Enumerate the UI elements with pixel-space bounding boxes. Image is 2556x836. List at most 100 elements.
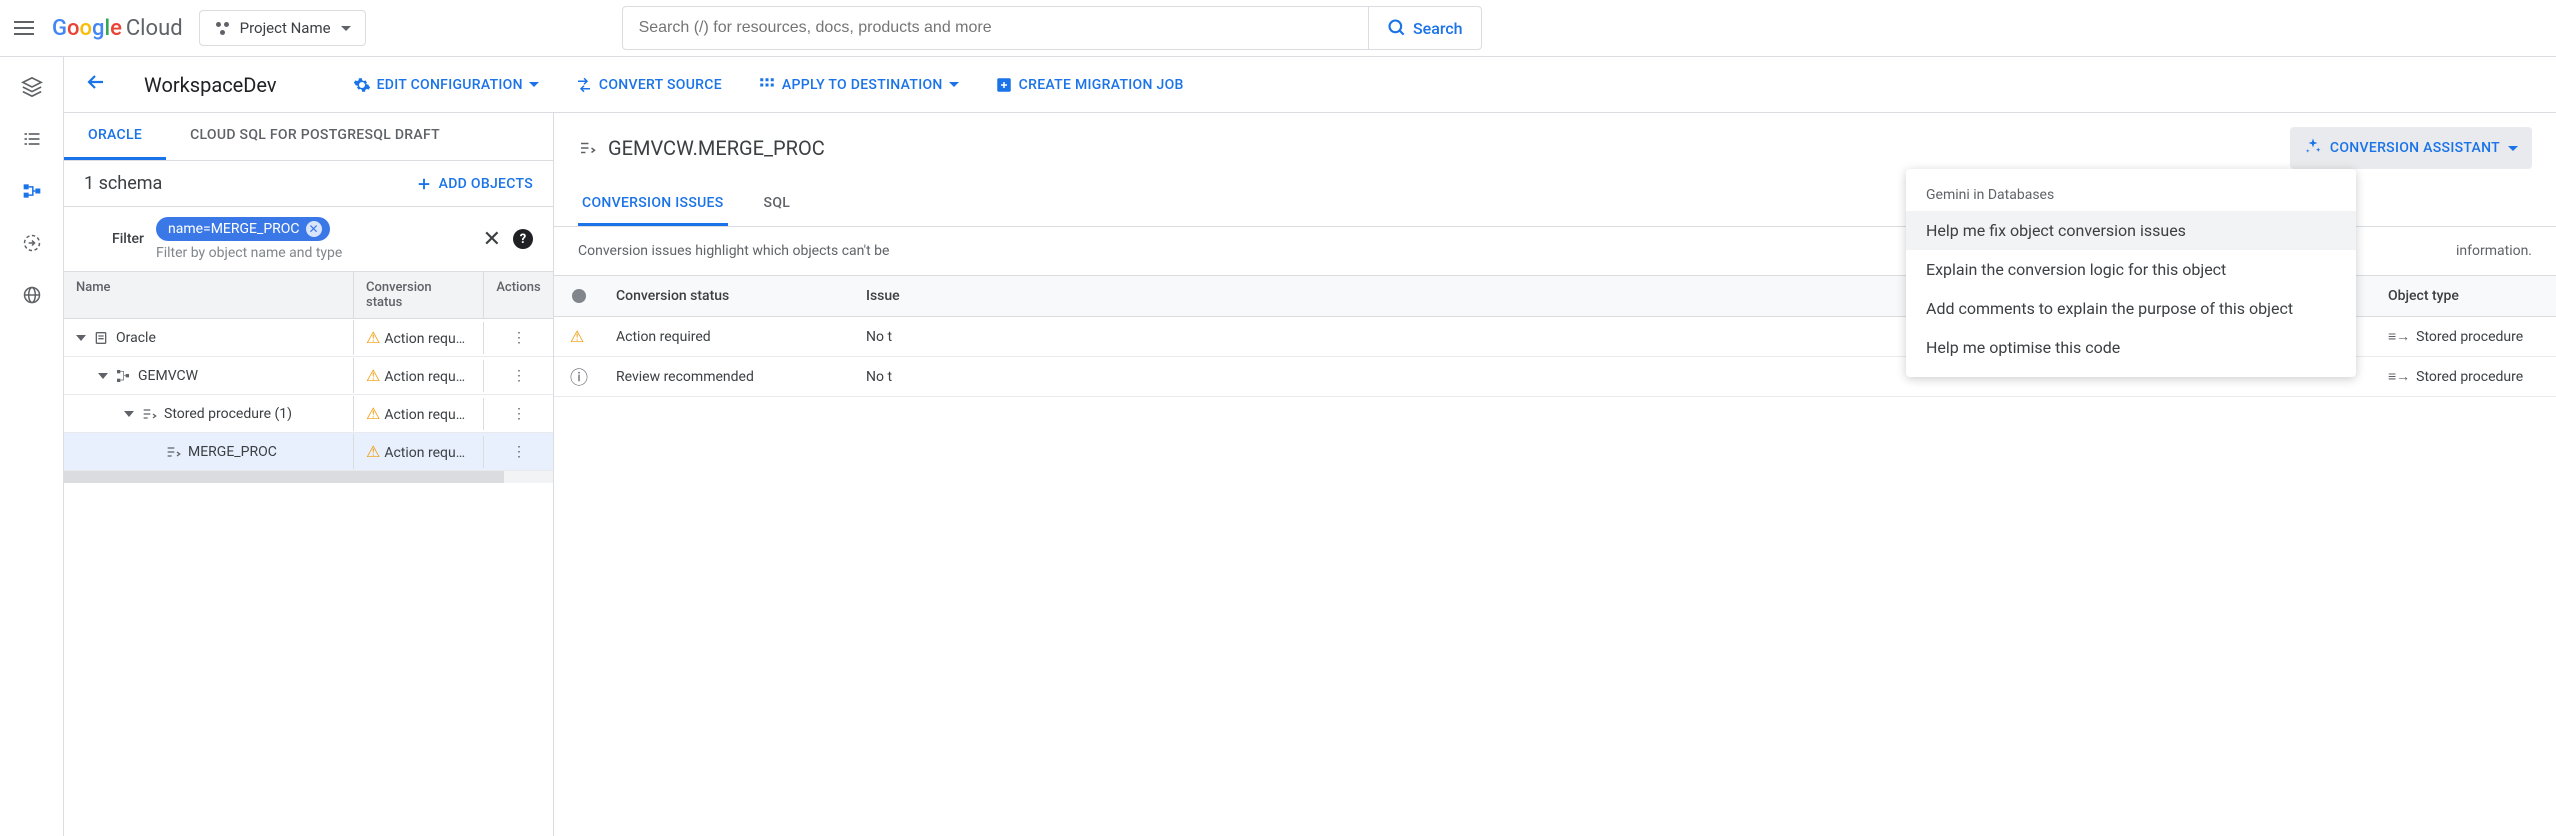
add-objects-label: ADD OBJECTS (439, 176, 533, 192)
rail-migrate-icon[interactable] (20, 231, 44, 255)
google-cloud-logo[interactable]: Google Cloud (52, 16, 183, 41)
tree-row-oracle[interactable]: Oracle ⚠Action requ… ⋮ (64, 319, 553, 357)
chip-close-icon[interactable]: ✕ (306, 221, 322, 237)
expand-icon[interactable] (98, 373, 108, 379)
procedure-icon: ≡→ (2388, 369, 2410, 385)
menu-item-optimise[interactable]: Help me optimise this code (1906, 328, 2356, 367)
main-layout: WorkspaceDev EDIT CONFIGURATION CONVERT … (0, 57, 2556, 836)
content: WorkspaceDev EDIT CONFIGURATION CONVERT … (64, 57, 2556, 836)
object-title: GEMVCW.MERGE_PROC (578, 136, 825, 160)
warning-icon: ⚠ (366, 442, 380, 461)
search-button[interactable]: Search (1368, 7, 1481, 49)
rail-workspace-icon[interactable] (20, 179, 44, 203)
plus-icon (415, 175, 433, 193)
back-arrow-icon[interactable] (84, 70, 108, 100)
warning-icon: ⚠ (366, 328, 380, 347)
workspace-name: WorkspaceDev (144, 73, 277, 97)
col-actions: Actions (483, 272, 553, 318)
search-icon (1387, 18, 1407, 38)
database-icon (92, 329, 110, 347)
convert-source-button[interactable]: CONVERT SOURCE (575, 76, 722, 94)
convert-source-label: CONVERT SOURCE (599, 77, 722, 93)
more-actions-icon[interactable]: ⋮ (512, 406, 525, 422)
rail-globe-icon[interactable] (20, 283, 44, 307)
two-pane: ORACLE CLOUD SQL FOR POSTGRESQL DRAFT 1 … (64, 113, 2556, 836)
issue-status: Action required (604, 317, 854, 357)
menu-item-fix-issues[interactable]: Help me fix object conversion issues (1906, 211, 2356, 250)
project-selector[interactable]: Project Name (199, 10, 366, 46)
info-icon: ⓘ (570, 364, 588, 390)
filter-chip-text: name=MERGE_PROC (168, 221, 300, 237)
tree-row-merge-proc[interactable]: MERGE_PROC ⚠Action requ… ⋮ (64, 433, 553, 471)
conversion-assistant-menu: Gemini in Databases Help me fix object c… (1906, 169, 2356, 377)
ca-button-label: CONVERSION ASSISTANT (2330, 140, 2500, 156)
sparkle-icon (2304, 137, 2322, 159)
search-box: Search (622, 6, 1482, 50)
project-name: Project Name (240, 19, 331, 37)
warning-icon: ⚠ (366, 404, 380, 423)
procedure-icon (140, 405, 158, 423)
procedure-icon (578, 139, 596, 157)
chevron-down-icon (341, 26, 351, 31)
chevron-down-icon (529, 82, 539, 87)
col-conv-status: Conversion status (604, 276, 854, 316)
logo-cloud-text: Cloud (126, 16, 183, 41)
rail-list-icon[interactable] (20, 127, 44, 151)
menu-item-explain-logic[interactable]: Explain the conversion logic for this ob… (1906, 250, 2356, 289)
tab-conversion-issues[interactable]: CONVERSION ISSUES (578, 183, 728, 226)
apply-destination-button[interactable]: APPLY TO DESTINATION (758, 76, 959, 94)
add-objects-button[interactable]: ADD OBJECTS (415, 175, 533, 193)
edit-configuration-button[interactable]: EDIT CONFIGURATION (353, 76, 539, 94)
tree-label: Stored procedure (1) (164, 406, 292, 422)
filter-chip[interactable]: name=MERGE_PROC ✕ (156, 217, 330, 241)
schema-bar: 1 schema ADD OBJECTS (64, 161, 553, 207)
conversion-assistant-button[interactable]: CONVERSION ASSISTANT (2290, 127, 2532, 169)
right-pane: GEMVCW.MERGE_PROC CONVERSION ASSISTANT C… (554, 113, 2556, 836)
schema-icon (114, 367, 132, 385)
issue-type: Stored procedure (2416, 329, 2523, 345)
create-migration-job-button[interactable]: CREATE MIGRATION JOB (995, 76, 1184, 94)
expand-icon[interactable] (76, 335, 86, 341)
chevron-down-icon (2508, 146, 2518, 151)
more-actions-icon[interactable]: ⋮ (512, 330, 525, 346)
left-pane: ORACLE CLOUD SQL FOR POSTGRESQL DRAFT 1 … (64, 113, 554, 836)
tree-label: GEMVCW (138, 368, 198, 384)
menu-item-add-comments[interactable]: Add comments to explain the purpose of t… (1906, 289, 2356, 328)
convert-icon (575, 76, 593, 94)
apply-dest-label: APPLY TO DESTINATION (782, 77, 943, 93)
tab-sql[interactable]: SQL (760, 183, 795, 226)
col-name: Name (64, 272, 353, 318)
warning-icon: ⚠ (570, 327, 584, 346)
tab-oracle[interactable]: ORACLE (64, 113, 166, 160)
tree-row-sproc-group[interactable]: Stored procedure (1) ⚠Action requ… ⋮ (64, 395, 553, 433)
filter-placeholder: Filter by object name and type (156, 245, 471, 261)
filter-label: Filter (84, 229, 144, 249)
create-job-label: CREATE MIGRATION JOB (1019, 77, 1184, 93)
tab-postgresql[interactable]: CLOUD SQL FOR POSTGRESQL DRAFT (166, 113, 464, 160)
tree-label: MERGE_PROC (188, 444, 277, 460)
action-bar: WorkspaceDev EDIT CONFIGURATION CONVERT … (64, 57, 2556, 113)
filter-icon (84, 229, 104, 249)
clear-filter-icon[interactable]: ✕ (483, 227, 501, 252)
more-actions-icon[interactable]: ⋮ (512, 444, 525, 460)
project-dots-icon (214, 20, 230, 36)
filter-chip-area[interactable]: name=MERGE_PROC ✕ Filter by object name … (156, 217, 471, 261)
tree-header: Name Conversion status Actions (64, 272, 553, 319)
procedure-icon: ≡→ (2388, 329, 2410, 345)
grid-icon (758, 76, 776, 94)
tree-label: Oracle (116, 330, 156, 346)
expand-icon[interactable] (124, 411, 134, 417)
help-icon[interactable]: ? (513, 229, 533, 249)
rail-layers-icon[interactable] (20, 75, 44, 99)
hamburger-menu-icon[interactable] (12, 16, 36, 40)
edit-config-label: EDIT CONFIGURATION (377, 77, 523, 93)
more-actions-icon[interactable]: ⋮ (512, 368, 525, 384)
chevron-down-icon (949, 82, 959, 87)
tree-row-schema[interactable]: GEMVCW ⚠Action requ… ⋮ (64, 357, 553, 395)
search-button-label: Search (1413, 19, 1463, 38)
issue-status: Review recommended (604, 357, 854, 397)
col-status: Conversion status (353, 272, 483, 318)
horizontal-scrollbar[interactable] (64, 471, 553, 483)
filter-bar: Filter name=MERGE_PROC ✕ Filter by objec… (64, 207, 553, 272)
search-input[interactable] (623, 19, 1368, 37)
